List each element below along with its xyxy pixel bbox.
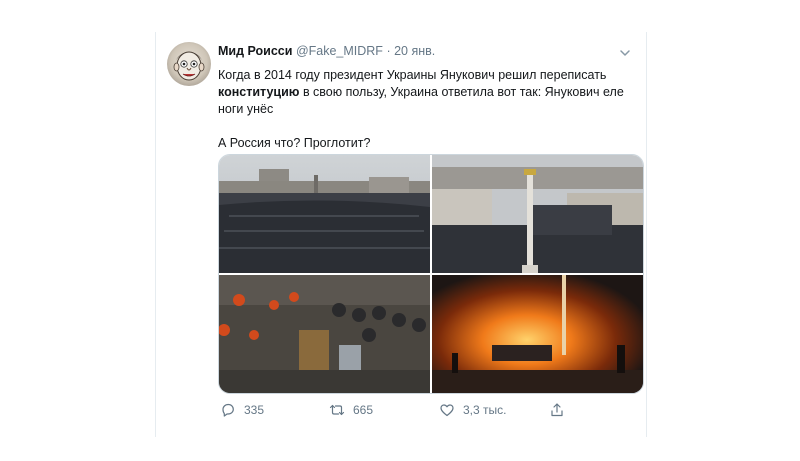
tweet-text-line-2: конституцию в свою пользу, Украина ответ… (218, 84, 628, 101)
tweet-card[interactable]: Мид Роисси @Fake_MIDRF · 20 янв. Когда в… (155, 32, 647, 437)
photo-crowd-square[interactable] (219, 155, 430, 273)
tweet-text-line-2-rest: в свою пользу, Украина ответила вот так:… (299, 85, 624, 99)
reply-button[interactable]: 335 (220, 400, 264, 420)
avatar[interactable] (167, 42, 211, 86)
like-count: 3,3 тыс. (463, 403, 507, 417)
photo-fire-night[interactable] (432, 275, 643, 393)
share-button[interactable] (549, 400, 565, 420)
like-button[interactable]: 3,3 тыс. (439, 400, 506, 420)
tweet-text-question: А Россия что? Проглотит? (218, 136, 371, 150)
retweet-count: 665 (353, 403, 374, 417)
share-icon (549, 402, 565, 418)
tweet-text-bold-word: конституцию (218, 85, 300, 99)
reply-icon (220, 402, 236, 418)
more-options-chevron-icon[interactable] (618, 46, 632, 60)
retweet-button[interactable]: 665 (329, 400, 373, 420)
separator-dot: · (386, 44, 391, 58)
media-grid (218, 154, 644, 394)
author-name[interactable]: Мид Роисси (218, 44, 292, 58)
photo-clashes-shields[interactable] (219, 275, 430, 393)
tweet-date[interactable]: 20 янв. (394, 44, 435, 58)
heart-icon (439, 402, 455, 418)
tweet-text-line-1: Когда в 2014 году президент Украины Янук… (218, 68, 607, 82)
author-handle[interactable]: @Fake_MIDRF (296, 44, 383, 58)
retweet-icon (329, 402, 345, 418)
photo-independence-monument[interactable] (432, 155, 643, 273)
reply-count: 335 (244, 403, 265, 417)
tweet-text: Когда в 2014 году президент Украины Янук… (218, 67, 628, 152)
tweet-text-line-3: ноги унёс (218, 102, 274, 116)
avatar-face-icon (173, 51, 205, 81)
tweet-header: Мид Роисси @Fake_MIDRF · 20 янв. (218, 44, 435, 58)
tweet-actions: 335 665 3,3 тыс. (218, 400, 628, 420)
